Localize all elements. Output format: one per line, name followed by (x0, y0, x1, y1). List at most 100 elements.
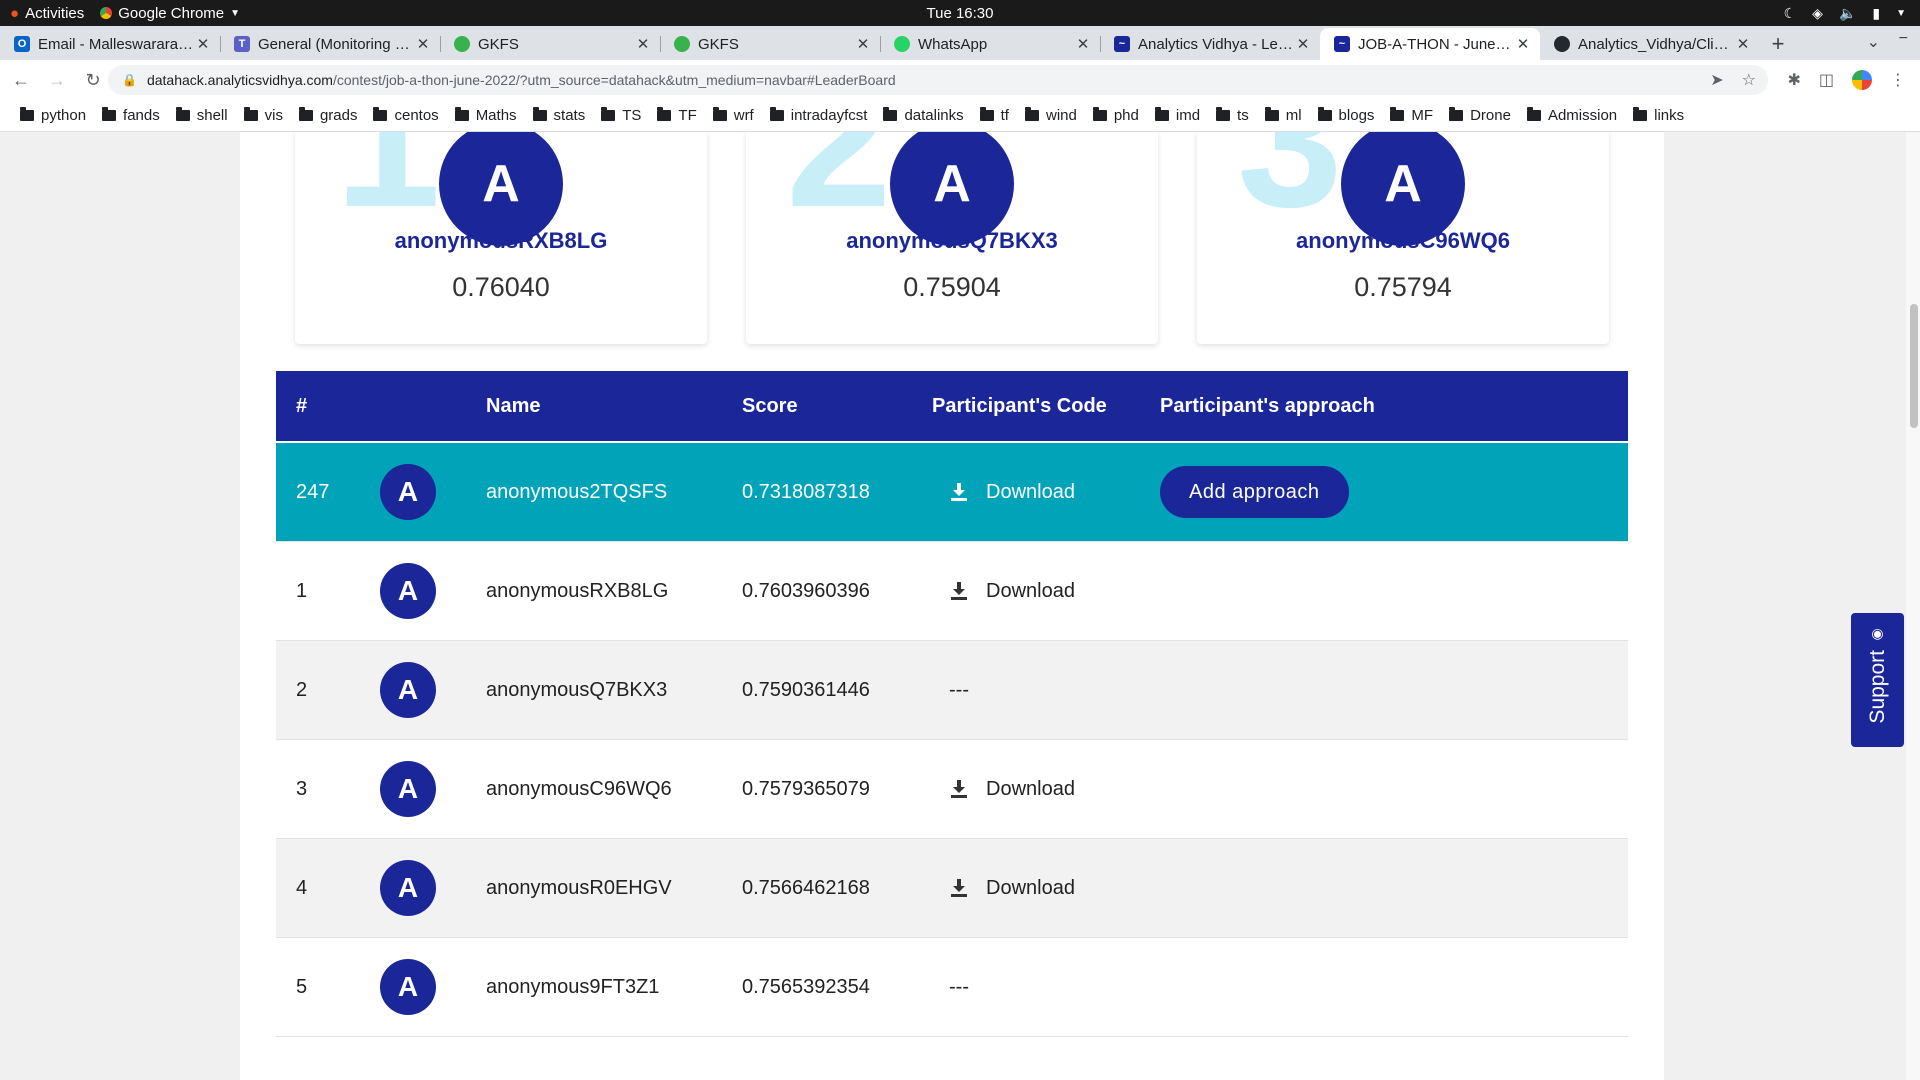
bookmark-folder[interactable]: intradayfcst (762, 107, 876, 124)
folder-icon (979, 107, 994, 121)
download-icon (932, 482, 986, 502)
clock[interactable]: Tue 16:30 (927, 5, 994, 22)
activities-button[interactable]: ● Activities (10, 5, 84, 22)
new-tab-button[interactable]: + (1760, 28, 1796, 60)
bookmark-folder[interactable]: imd (1147, 107, 1208, 124)
bookmark-folder[interactable]: Maths (447, 107, 525, 124)
folder-icon (1092, 107, 1107, 121)
download-code-link[interactable]: Download (932, 877, 1160, 900)
send-to-device-icon[interactable]: ➤ (1710, 70, 1723, 90)
bookmark-folder[interactable]: python (12, 107, 94, 124)
bookmark-folder[interactable]: phd (1085, 107, 1147, 124)
participant-score: 0.7318087318 (742, 480, 870, 503)
folder-icon (1216, 107, 1231, 121)
close-tab-icon[interactable]: ✕ (1294, 35, 1312, 53)
browser-tab[interactable]: Analytics_Vidhya/Client ✕ (1540, 28, 1760, 60)
folder-icon (175, 107, 190, 121)
avatar: A (380, 464, 436, 520)
bookmark-folder[interactable]: vis (236, 107, 291, 124)
close-tab-icon[interactable]: ✕ (194, 35, 212, 53)
leaderboard-table: # Name Score Participant's Code Particip… (276, 371, 1628, 1037)
avatar: A (380, 959, 436, 1015)
bookmark-label: datalinks (904, 107, 964, 124)
browser-tab[interactable]: WhatsApp ✕ (880, 28, 1100, 60)
bookmark-folder[interactable]: blogs (1310, 107, 1383, 124)
browser-tab[interactable]: GKFS ✕ (440, 28, 660, 60)
bookmark-star-icon[interactable]: ☆ (1742, 70, 1756, 90)
tab-search-icon[interactable]: ⌄ (1867, 32, 1880, 52)
app-menu[interactable]: Google Chrome ▼ (100, 5, 240, 22)
folder-icon (532, 107, 547, 121)
table-header: # Name Score Participant's Code Particip… (276, 371, 1628, 443)
podium-name[interactable]: anonymousC96WQ6 (1197, 228, 1609, 254)
bookmark-folder[interactable]: wind (1017, 107, 1085, 124)
bookmark-folder[interactable]: Admission (1519, 107, 1625, 124)
folder-icon (454, 107, 469, 121)
lock-icon[interactable]: 🔒 (122, 73, 137, 87)
bookmark-folder[interactable]: grads (291, 107, 366, 124)
minimize-window-icon[interactable]: − (1899, 30, 1908, 48)
close-tab-icon[interactable]: ✕ (854, 35, 872, 53)
folder-icon (298, 107, 313, 121)
bookmark-label: Drone (1470, 107, 1511, 124)
bookmark-folder[interactable]: MF (1382, 107, 1441, 124)
bookmark-folder[interactable]: shell (168, 107, 236, 124)
bookmark-label: MF (1411, 107, 1434, 124)
profile-avatar[interactable] (1852, 70, 1872, 90)
reload-icon[interactable]: ↻ (78, 70, 108, 91)
bookmark-label: python (41, 107, 87, 124)
system-tray[interactable]: ☾ ◈ 🔈 ▮ ▼ (1784, 5, 1906, 22)
bookmark-folder[interactable]: tf (972, 107, 1017, 124)
chevron-down-icon: ▼ (230, 7, 241, 19)
podium-name[interactable]: anonymousQ7BKX3 (746, 228, 1158, 254)
folder-icon (883, 107, 898, 121)
tab-title: GKFS (478, 35, 519, 53)
browser-tab[interactable]: GKFS ✕ (660, 28, 880, 60)
bookmark-folder[interactable]: TF (649, 107, 704, 124)
folder-icon (1526, 107, 1541, 121)
download-icon (932, 581, 986, 601)
participant-name: anonymousRXB8LG (486, 579, 669, 602)
back-icon[interactable]: ← (6, 70, 36, 91)
close-tab-icon[interactable]: ✕ (634, 35, 652, 53)
download-code-link[interactable]: Download (932, 580, 1160, 603)
forward-icon[interactable]: → (42, 70, 72, 91)
bookmark-folder[interactable]: links (1625, 107, 1692, 124)
extensions-icon[interactable]: ✱ (1787, 70, 1800, 90)
rank: 247 (296, 480, 330, 503)
bookmark-folder[interactable]: stats (525, 107, 594, 124)
participant-name: anonymous9FT3Z1 (486, 975, 660, 998)
bookmark-folder[interactable]: centos (365, 107, 446, 124)
podium-score: 0.75794 (1354, 272, 1452, 302)
browser-tab[interactable]: O Email - Malleswararao M ✕ (0, 28, 220, 60)
bookmark-folder[interactable]: ts (1208, 107, 1257, 124)
table-row: 1 AanonymousRXB8LG 0.7603960396 Download (276, 542, 1628, 641)
folder-icon (1154, 107, 1169, 121)
close-tab-icon[interactable]: ✕ (1514, 35, 1532, 53)
support-button[interactable]: ◉ Support (1851, 613, 1904, 747)
folder-icon (373, 107, 388, 121)
add-approach-button[interactable]: Add approach (1160, 466, 1349, 518)
browser-tab[interactable]: ~ JOB-A-THON - June 20 ✕ (1320, 28, 1540, 60)
close-tab-icon[interactable]: ✕ (414, 35, 432, 53)
side-panel-icon[interactable]: ◫ (1819, 70, 1834, 90)
menu-icon[interactable]: ⋮ (1890, 70, 1906, 90)
scrollbar-thumb[interactable] (1910, 304, 1918, 428)
bookmark-folder[interactable]: fands (94, 107, 168, 124)
bookmark-folder[interactable]: TS (593, 107, 649, 124)
bookmark-folder[interactable]: datalinks (875, 107, 971, 124)
download-code-link[interactable]: Download (932, 778, 1160, 801)
podium-rank: 2 (786, 132, 892, 247)
podium-name[interactable]: anonymousRXB8LG (295, 228, 707, 254)
browser-tab[interactable]: ~ Analytics Vidhya - Learn ✕ (1100, 28, 1320, 60)
page-scrollbar[interactable] (1906, 132, 1920, 1080)
bookmark-folder[interactable]: ml (1257, 107, 1310, 124)
browser-tab[interactable]: T General (Monitoring GK ✕ (220, 28, 440, 60)
download-code-link[interactable]: Download (932, 481, 1160, 504)
bookmark-folder[interactable]: Drone (1441, 107, 1519, 124)
address-bar[interactable]: 🔒 datahack.analyticsvidhya.com/contest/j… (108, 65, 1768, 95)
close-tab-icon[interactable]: ✕ (1734, 35, 1752, 53)
bookmark-folder[interactable]: wrf (705, 107, 762, 124)
close-tab-icon[interactable]: ✕ (1074, 35, 1092, 53)
chat-bubble-icon: ◉ (1871, 625, 1884, 641)
